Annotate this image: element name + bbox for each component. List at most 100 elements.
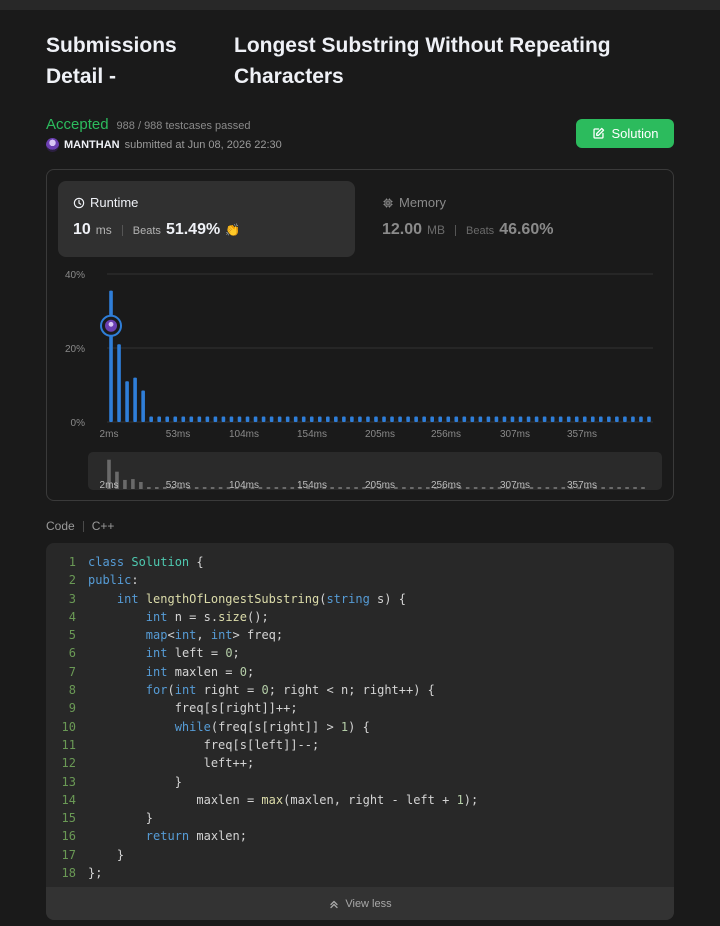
chart-bar [454,416,459,422]
code-lines: 1 class Solution {2 public: 3 int lengthOfL… [46,553,674,882]
problem-title[interactable]: Longest Substring Without Repeating Char… [234,30,674,92]
runtime-distribution-chart[interactable]: 40% 20% 0% 2ms 53ms 104ms 154ms 205ms 256ms 307ms… [47,170,675,502]
chart-bar [398,416,402,422]
code-text: left++; [203,756,255,771]
chart-bar [366,416,370,422]
code-line: 8 for(int right = 0; right < n; right++)… [46,681,674,699]
code-line: 11 freq[s[left]]--; [46,736,674,754]
double-chevron-up-icon [330,900,339,908]
code-line: 18}; [46,864,674,882]
chart-bar [109,290,113,422]
chart-bar [285,416,290,422]
code-text: }; [88,866,103,881]
chart-bar [326,416,330,422]
x-tick-label: 53ms [166,429,190,440]
chart-bar [486,416,491,422]
chart-bar [430,416,434,422]
edit-icon [592,127,604,139]
line-number: 2 [68,573,76,588]
minimap-bar [194,487,199,489]
status-badge: Accepted [46,116,109,133]
code-line: 10 while(freq[s[right]] > 1) { [46,718,674,736]
chart-bar [342,416,346,422]
y-tick-label: 40% [65,270,85,281]
minimap-bar [210,487,215,489]
code-text: int left = 0; [145,646,240,661]
code-line: 4 int n = s.size(); [46,608,674,626]
chart-bar [173,416,178,422]
chart-bar [647,416,651,422]
status-row: Accepted 988 / 988 testcases passed [46,116,250,133]
minimap-bar [625,487,629,489]
chart-bar [406,416,410,422]
line-number: 13 [61,774,76,789]
minimap-bar [410,487,414,489]
chart-bar [309,416,314,422]
x-tick-label: 154ms [297,429,327,440]
chart-bar [157,416,161,422]
code-line: 14 maxlen = max(maxlen, right - left + 1… [46,791,674,809]
code-language: C++ [91,519,115,533]
minimap-bar [218,487,223,489]
code-text: } [88,811,154,826]
chart-bar [607,416,611,422]
code-block[interactable]: 1 class Solution {2 public: 3 int lengthOfL… [46,543,674,920]
chart-bar [221,416,226,422]
minimap-tick-label: 205ms [365,480,395,491]
code-text: int lengthOfLongestSubstring(string s) { [116,591,406,606]
code-line: 2 public: [46,571,674,589]
code-label: Code [46,519,75,533]
minimap-tick-label: 104ms [229,480,259,491]
username[interactable]: MANTHAN [64,139,120,151]
chart-bar [494,416,499,422]
code-line: 3 int lengthOfLongestSubstring(string s)… [46,590,674,608]
minimap-tick-label: 307ms [500,480,530,491]
minimap-bar [489,487,494,489]
view-less-button[interactable]: View less [46,887,674,920]
chart-bar [181,416,186,422]
line-number: 8 [68,683,76,698]
code-text: } [88,774,182,789]
chart-bar [374,416,378,422]
chart-bar [566,416,571,422]
minimap-tick-label: 53ms [166,480,190,491]
line-number: 16 [61,829,76,844]
avatar[interactable] [46,138,59,152]
minimap-tick-label: 256ms [431,480,461,491]
line-number: 10 [61,719,76,734]
chart-bar [422,416,426,422]
performance-panel: Runtime 10 ms Beats 51.49% 👏 Memory 12.0… [46,169,674,501]
minimap-bar [274,487,279,489]
chart-bar [205,416,210,422]
minimap-bar [147,487,151,489]
chart-bar [639,416,643,422]
minimap-bar [529,487,534,489]
chart-bar [213,416,218,422]
code-line: 17 } [46,846,674,864]
chart-bar [149,416,153,422]
chart-bar [558,416,563,422]
chart-bar [518,416,523,422]
code-text: class Solution { [88,555,204,569]
chart-bar [462,416,467,422]
chart-bar [189,416,194,422]
submitted-at: submitted at Jun 08, 2026 22:30 [124,139,282,151]
code-text: while(freq[s[right]] > 1) { [174,719,370,734]
minimap-bar [202,487,207,489]
minimap-bar [266,487,271,489]
minimap-bar [481,487,486,489]
chart-bar [237,416,242,422]
chart-bar [599,416,603,422]
minimap-bar [553,487,558,489]
minimap-bar [282,487,287,489]
line-number: 7 [68,664,76,679]
solution-button[interactable]: Solution [576,119,674,148]
code-text: for(int right = 0; right < n; right++) { [145,683,435,698]
solution-button-label: Solution [611,126,659,141]
minimap-tick-label: 2ms [100,480,119,491]
chart-bar [277,416,282,422]
minimap-bar [402,487,406,489]
code-line: 13 } [46,773,674,791]
chart-bar [615,416,619,422]
chart-bar [631,416,635,422]
